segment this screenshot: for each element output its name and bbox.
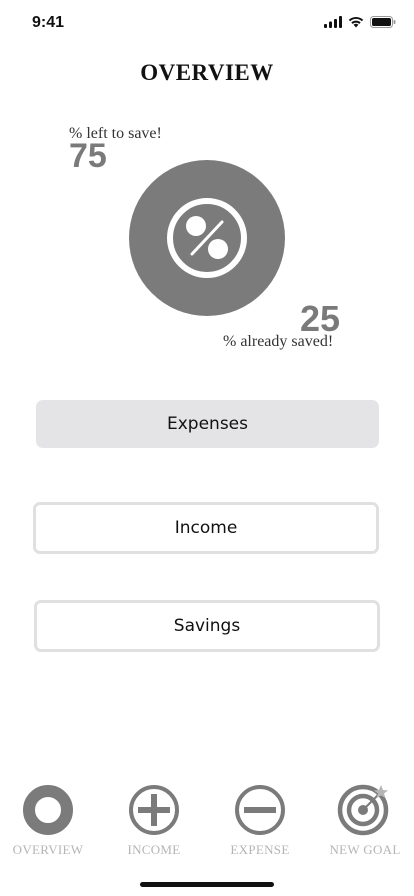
home-indicator	[140, 882, 274, 887]
tab-expense[interactable]: EXPENSE	[210, 784, 310, 858]
minus-circle-icon	[235, 785, 285, 835]
page-title: OVERVIEW	[140, 60, 274, 85]
cellular-signal-icon	[324, 16, 342, 28]
plus-circle-icon	[129, 785, 179, 835]
expenses-button[interactable]: Expenses	[36, 400, 379, 448]
tab-overview[interactable]: OVERVIEW	[0, 784, 98, 858]
tab-new-goal[interactable]: NEW GOAL	[315, 784, 414, 858]
tab-expense-label: EXPENSE	[230, 842, 290, 857]
status-icons	[324, 16, 396, 28]
wifi-icon	[348, 17, 364, 28]
income-button-label: Income	[174, 518, 238, 538]
tab-income[interactable]: INCOME	[104, 784, 204, 858]
tab-new-goal-label: NEW GOAL	[329, 842, 401, 857]
income-button[interactable]: Income	[33, 502, 379, 554]
tab-income-label: INCOME	[127, 842, 181, 857]
savings-percent-circle	[129, 160, 285, 316]
status-bar: 9:41	[0, 0, 414, 44]
status-time: 9:41	[32, 14, 65, 31]
savings-button-label: Savings	[173, 616, 241, 636]
savings-button[interactable]: Savings	[34, 600, 380, 652]
expenses-button-label: Expenses	[167, 414, 248, 434]
percent-icon	[167, 198, 247, 278]
already-saved-label: % already saved!	[223, 333, 334, 350]
target-icon	[337, 784, 389, 836]
tab-overview-label: OVERVIEW	[12, 842, 84, 857]
overview-icon	[23, 785, 73, 835]
left-to-save-value: 75	[69, 137, 107, 175]
battery-icon	[370, 16, 396, 28]
